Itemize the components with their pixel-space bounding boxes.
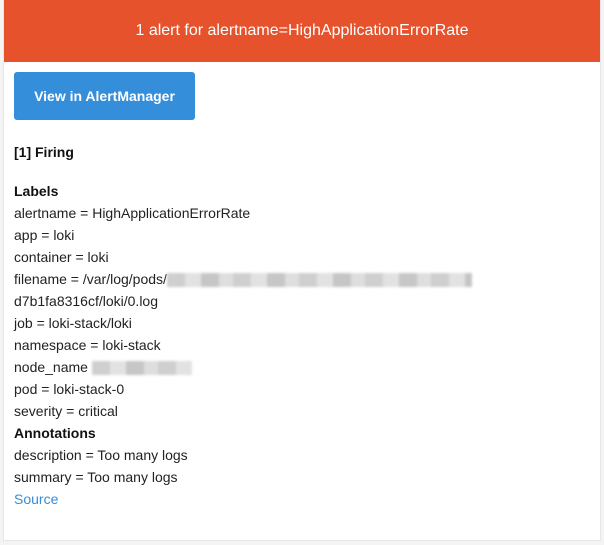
- alert-header: 1 alert for alertname=HighApplicationErr…: [4, 0, 600, 62]
- label-job: job = loki-stack/loki: [14, 315, 132, 331]
- labels-heading: Labels: [14, 183, 59, 199]
- label-namespace: namespace = loki-stack: [14, 337, 161, 353]
- label-filename-text: filename = /var/log/pods/: [14, 271, 167, 287]
- label-alertname: alertname = HighApplicationErrorRate: [14, 205, 251, 221]
- alert-content: View in AlertManager [1] Firing Labels a…: [4, 62, 600, 510]
- label-pod: pod = loki-stack-0: [14, 381, 125, 397]
- alert-email-card: 1 alert for alertname=HighApplicationErr…: [3, 0, 601, 541]
- label-node-name: node_name: [14, 356, 600, 378]
- redacted-blur: [166, 273, 472, 288]
- label-app: app = loki: [14, 227, 75, 243]
- alert-title: 1 alert for alertname=HighApplicationErr…: [135, 22, 469, 39]
- label-node-name-text: node_name: [14, 359, 88, 375]
- labels-list: alertname = HighApplicationErrorRate app…: [14, 202, 600, 422]
- redacted-blur: [91, 361, 192, 376]
- annotation-summary: summary = Too many logs: [14, 469, 178, 485]
- annotation-description: description = Too many logs: [14, 447, 188, 463]
- view-in-alertmanager-button[interactable]: View in AlertManager: [14, 72, 195, 120]
- label-filename: filename = /var/log/pods/: [14, 268, 600, 290]
- labels-section: Labels alertname = HighApplicationErrorR…: [14, 180, 600, 510]
- label-severity: severity = critical: [14, 403, 118, 419]
- label-container: container = loki: [14, 249, 109, 265]
- label-filename-continued: d7b1fa8316cf/loki/0.log: [14, 293, 158, 309]
- annotations-heading: Annotations: [14, 425, 96, 441]
- source-link[interactable]: Source: [14, 491, 58, 507]
- annotations-list: description = Too many logs summary = To…: [14, 444, 600, 488]
- firing-status: [1] Firing: [14, 144, 74, 160]
